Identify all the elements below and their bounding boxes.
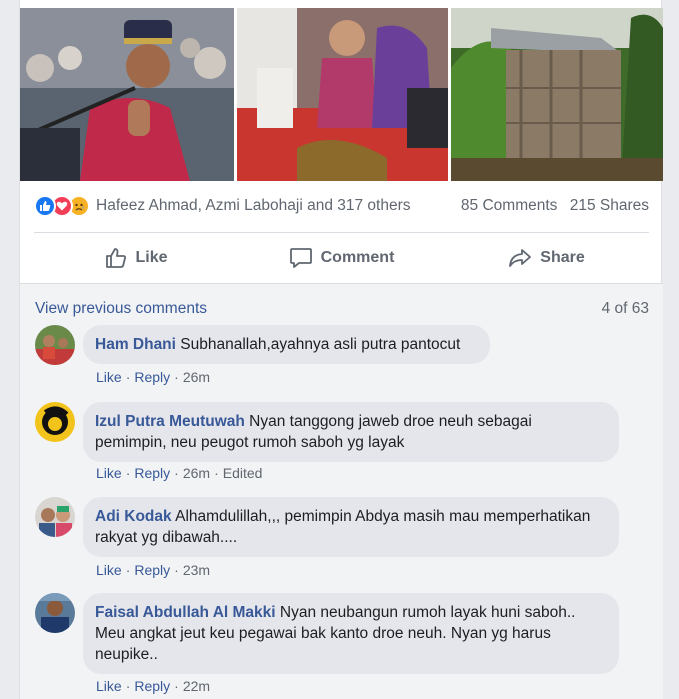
comment-time[interactable]: 22m xyxy=(183,678,210,694)
comment-author[interactable]: Adi Kodak xyxy=(95,508,172,525)
comment-bubble: Ham Dhani Subhanallah,ayahnya asli putra… xyxy=(83,325,490,364)
photo-wooden-hut[interactable] xyxy=(451,8,663,181)
comment-reply-link[interactable]: Reply xyxy=(134,465,170,481)
avatar[interactable] xyxy=(35,593,75,633)
reactions-summary: Hafeez Ahmad, Azmi Labohaji and 317 othe… xyxy=(34,193,649,219)
thumbs-up-icon xyxy=(106,248,127,268)
comment-text: Subhanallah,ayahnya asli putra pantocut xyxy=(180,336,461,353)
share-button[interactable]: Share xyxy=(444,238,649,278)
share-arrow-icon xyxy=(509,249,532,267)
comment-bubble: Adi Kodak Alhamdulillah,,, pemimpin Abdy… xyxy=(83,497,619,557)
comment-bubble: Izul Putra Meutuwah Nyan tanggong jaweb … xyxy=(83,402,619,462)
post-actions: Like Comment Share xyxy=(34,238,649,278)
post-card: Hafeez Ahmad, Azmi Labohaji and 317 othe… xyxy=(19,0,663,699)
photo-man-reciting[interactable] xyxy=(20,8,234,181)
comment-like-link[interactable]: Like xyxy=(96,678,122,694)
speech-bubble-icon xyxy=(289,248,312,268)
photo-grid xyxy=(20,8,663,181)
comment-time[interactable]: 26m xyxy=(183,465,210,481)
like-label: Like xyxy=(135,249,168,266)
like-button[interactable]: Like xyxy=(34,238,239,278)
comment-button[interactable]: Comment xyxy=(239,238,444,278)
comment-meta: Like · Reply · 23m xyxy=(96,562,211,578)
view-previous-comments-link[interactable]: View previous comments xyxy=(35,300,207,318)
comment-reply-link[interactable]: Reply xyxy=(134,369,170,385)
comment-reply-link[interactable]: Reply xyxy=(134,562,170,578)
comment-meta: Like · Reply · 22m xyxy=(96,678,211,694)
photo-family-sitting[interactable] xyxy=(237,8,448,181)
reaction-names[interactable]: Hafeez Ahmad, Azmi Labohaji and 317 othe… xyxy=(96,197,453,215)
avatar[interactable] xyxy=(35,325,75,365)
comment-author[interactable]: Ham Dhani xyxy=(95,336,176,353)
comment-like-link[interactable]: Like xyxy=(96,465,122,481)
avatar[interactable] xyxy=(35,497,75,537)
comment-meta: Like · Reply · 26m xyxy=(96,369,211,385)
shares-count[interactable]: 215 Shares xyxy=(570,197,649,214)
comment-page-count: 4 of 63 xyxy=(601,300,649,317)
comment-reply-link[interactable]: Reply xyxy=(134,678,170,694)
like-icon xyxy=(34,195,56,217)
comment-bubble: Faisal Abdullah Al Makki Nyan neubangun … xyxy=(83,593,619,674)
comments-section: View previous comments 4 of 63 Ham Dhani… xyxy=(20,283,663,699)
share-label: Share xyxy=(540,249,585,266)
comment-like-link[interactable]: Like xyxy=(96,369,122,385)
divider xyxy=(34,232,649,233)
comment-label: Comment xyxy=(320,249,395,266)
comment-meta: Like · Reply · 26m · Edited xyxy=(96,465,263,481)
comments-count[interactable]: 85 Comments xyxy=(461,197,557,214)
comment-like-link[interactable]: Like xyxy=(96,562,122,578)
comment-author[interactable]: Izul Putra Meutuwah xyxy=(95,413,245,430)
comment-time[interactable]: 26m xyxy=(183,369,210,385)
avatar[interactable] xyxy=(35,402,75,442)
reaction-icons[interactable] xyxy=(34,195,90,217)
comment-time[interactable]: 23m xyxy=(183,562,210,578)
comment-author[interactable]: Faisal Abdullah Al Makki xyxy=(95,604,276,621)
comment-edited-label[interactable]: Edited xyxy=(223,465,263,481)
